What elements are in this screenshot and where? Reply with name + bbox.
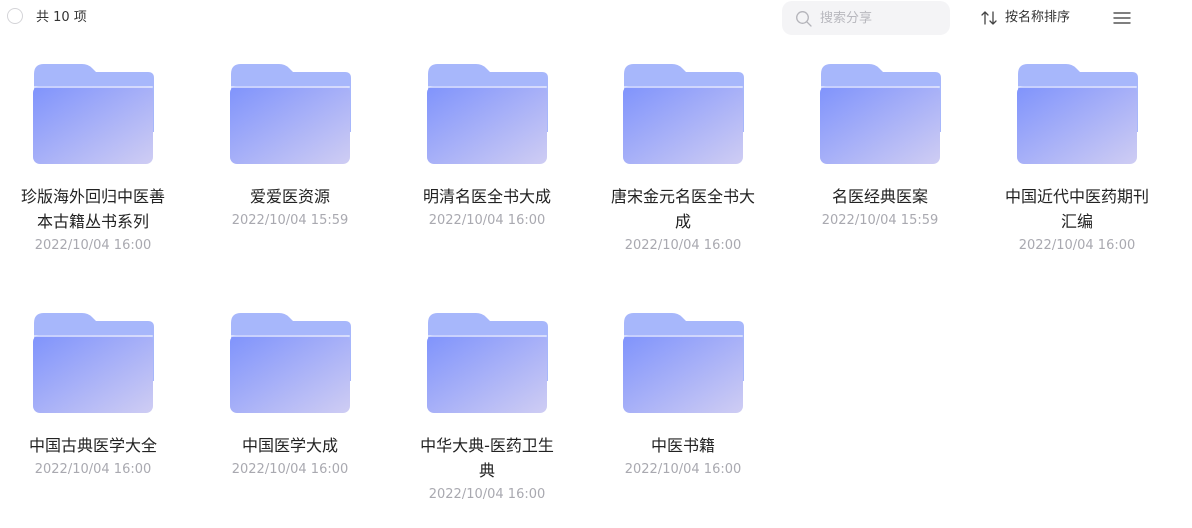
search-input[interactable]	[820, 7, 940, 29]
folder-icon	[230, 64, 351, 164]
folder-icon	[33, 313, 154, 413]
folder-name: 明清名医全书大成	[422, 187, 551, 206]
folder-name: 中医书籍	[650, 436, 715, 455]
folder-date: 2022/10/04 16:00	[231, 462, 349, 477]
select-all-checkbox[interactable]	[7, 8, 23, 24]
toolbar: 共 10 项 按名称排序	[0, 0, 1192, 36]
search-icon	[796, 11, 812, 27]
folder-name: 珍版海外回归中医善本古籍丛书系列	[20, 187, 165, 231]
folder-item[interactable]: 中国古典医学大全 2022/10/04 16:00	[9, 311, 177, 481]
sort-icon	[981, 11, 997, 25]
folder-name: 中华大典-医药卫生典	[420, 436, 554, 480]
folder-name: 爱爱医资源	[249, 187, 330, 206]
item-count: 共 10 项	[36, 10, 87, 25]
list-view-menu-icon[interactable]	[1112, 10, 1132, 26]
folder-date: 2022/10/04 16:00	[34, 462, 152, 477]
folder-item[interactable]: 中国近代中医药期刊汇编 2022/10/04 16:00	[993, 62, 1161, 257]
folder-date: 2022/10/04 16:00	[624, 238, 742, 253]
folder-name: 唐宋金元名医全书大成	[610, 187, 755, 231]
folder-name: 中国古典医学大全	[28, 436, 157, 455]
folder-name: 中国近代中医药期刊汇编	[1004, 187, 1149, 231]
folder-item[interactable]: 明清名医全书大成 2022/10/04 16:00	[403, 62, 571, 232]
folder-icon	[427, 313, 548, 413]
folder-item[interactable]: 珍版海外回归中医善本古籍丛书系列 2022/10/04 16:00	[9, 62, 177, 257]
sort-button[interactable]: 按名称排序	[980, 9, 1070, 27]
folder-date: 2022/10/04 15:59	[231, 213, 349, 228]
folder-date: 2022/10/04 16:00	[428, 213, 546, 228]
folder-item[interactable]: 中医书籍 2022/10/04 16:00	[599, 311, 767, 481]
folder-icon	[623, 313, 744, 413]
folder-date: 2022/10/04 16:00	[624, 462, 742, 477]
folder-name: 中国医学大成	[241, 436, 338, 455]
folder-icon	[33, 64, 154, 164]
folder-icon	[230, 313, 351, 413]
folder-item[interactable]: 名医经典医案 2022/10/04 15:59	[796, 62, 964, 232]
folder-date: 2022/10/04 16:00	[34, 238, 152, 253]
folder-icon	[427, 64, 548, 164]
folder-date: 2022/10/04 16:00	[1018, 238, 1136, 253]
folder-icon	[623, 64, 744, 164]
file-browser: 共 10 项 按名称排序 珍版海外回归中医善本古籍丛书系列 2022/10/04 …	[0, 0, 1192, 528]
folder-icon	[1017, 64, 1138, 164]
folder-item[interactable]: 中华大典-医药卫生典 2022/10/04 16:00	[403, 311, 571, 506]
folder-item[interactable]: 唐宋金元名医全书大成 2022/10/04 16:00	[599, 62, 767, 257]
folder-date: 2022/10/04 16:00	[428, 487, 546, 502]
folder-name: 名医经典医案	[831, 187, 928, 206]
folder-item[interactable]: 爱爱医资源 2022/10/04 15:59	[206, 62, 374, 232]
sort-label: 按名称排序	[1005, 10, 1071, 25]
folder-item[interactable]: 中国医学大成 2022/10/04 16:00	[206, 311, 374, 481]
folder-icon	[820, 64, 941, 164]
folder-date: 2022/10/04 15:59	[821, 213, 939, 228]
search-box[interactable]	[782, 1, 950, 35]
